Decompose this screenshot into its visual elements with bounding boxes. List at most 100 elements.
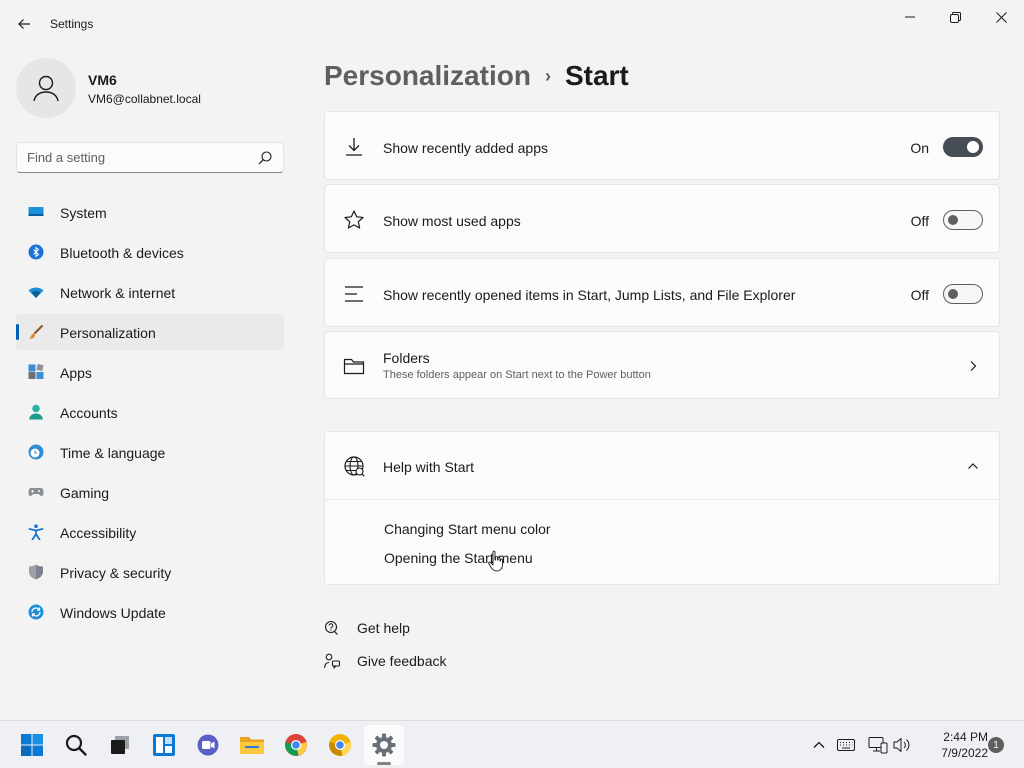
sidebar-item-time-language[interactable]: Time & language bbox=[16, 434, 284, 470]
most-used-apps-toggle[interactable] bbox=[943, 210, 983, 230]
brush-icon bbox=[29, 324, 44, 339]
sidebar-item-accessibility[interactable]: Accessibility bbox=[16, 514, 284, 550]
get-help-link[interactable]: Get help bbox=[324, 618, 444, 638]
arrow-left-icon bbox=[18, 19, 30, 29]
widgets-button[interactable] bbox=[144, 725, 184, 765]
gamepad-icon bbox=[28, 488, 44, 496]
give-feedback-label: Give feedback bbox=[357, 653, 447, 669]
toggle-knob bbox=[967, 141, 979, 153]
shield-icon bbox=[29, 564, 43, 580]
clock-icon bbox=[28, 444, 44, 460]
sidebar-item-label: Privacy & security bbox=[60, 565, 172, 581]
sidebar-nav: System Bluetooth & devices Network & int… bbox=[16, 194, 284, 634]
recently-opened-items-toggle[interactable] bbox=[943, 284, 983, 304]
close-button[interactable] bbox=[978, 6, 1024, 28]
task-view-button[interactable] bbox=[100, 725, 140, 765]
get-help-label: Get help bbox=[357, 620, 410, 636]
help-link-start-menu-color[interactable]: Changing Start menu color bbox=[384, 521, 551, 537]
sidebar-item-windows-update[interactable]: Windows Update bbox=[16, 594, 284, 630]
sidebar-item-apps[interactable]: Apps bbox=[16, 354, 284, 390]
hand-cursor-icon bbox=[488, 550, 503, 572]
sidebar-item-bluetooth[interactable]: Bluetooth & devices bbox=[16, 234, 284, 270]
sidebar-item-label: Personalization bbox=[60, 325, 156, 341]
teams-chat-button[interactable] bbox=[188, 725, 228, 765]
settings-app-button[interactable] bbox=[364, 725, 404, 765]
sidebar-item-privacy[interactable]: Privacy & security bbox=[16, 554, 284, 590]
list-icon bbox=[345, 286, 363, 302]
search-box bbox=[16, 142, 284, 173]
maximize-button[interactable] bbox=[932, 6, 978, 28]
search-icon[interactable] bbox=[257, 150, 273, 166]
feedback-icon bbox=[324, 653, 340, 669]
sidebar-item-label: Gaming bbox=[60, 485, 110, 501]
help-chat-icon bbox=[324, 620, 338, 635]
chrome-canary-button[interactable] bbox=[320, 725, 360, 765]
download-icon bbox=[346, 138, 362, 156]
input-indicator-button[interactable] bbox=[836, 735, 856, 755]
chrome-icon bbox=[285, 734, 307, 756]
restore-icon bbox=[949, 11, 961, 23]
system-icon bbox=[28, 207, 44, 216]
apps-icon bbox=[28, 364, 44, 379]
clock-time: 2:44 PM bbox=[943, 730, 988, 744]
user-profile[interactable]: VM6 VM6@collabnet.local bbox=[16, 58, 286, 118]
bluetooth-icon bbox=[28, 244, 44, 260]
help-link-opening-start-menu[interactable]: Opening the Start menu bbox=[384, 550, 533, 566]
task-view-icon bbox=[111, 736, 129, 754]
sidebar-item-gaming[interactable]: Gaming bbox=[16, 474, 284, 510]
windows-logo-icon bbox=[21, 734, 43, 756]
search-icon bbox=[65, 734, 87, 756]
globe-icon bbox=[344, 456, 365, 477]
toggle-knob bbox=[948, 289, 958, 299]
sidebar-item-system[interactable]: System bbox=[16, 194, 284, 230]
notification-badge[interactable]: 1 bbox=[988, 737, 1004, 753]
sidebar-item-personalization[interactable]: Personalization bbox=[16, 314, 284, 350]
breadcrumb-parent[interactable]: Personalization bbox=[324, 60, 531, 92]
toggle-state-text: Off bbox=[910, 287, 929, 303]
back-button[interactable] bbox=[12, 12, 36, 36]
recently-added-apps-toggle[interactable] bbox=[943, 137, 983, 157]
wifi-icon bbox=[28, 287, 44, 298]
start-button[interactable] bbox=[12, 725, 52, 765]
setting-label: Show recently opened items in Start, Jum… bbox=[383, 287, 796, 303]
help-with-start-header[interactable]: Help with Start bbox=[325, 432, 999, 499]
toggle-state-text: On bbox=[910, 140, 929, 156]
minimize-button[interactable] bbox=[887, 6, 933, 28]
folder-icon bbox=[343, 358, 365, 375]
sidebar-item-label: Accounts bbox=[60, 405, 118, 421]
chevron-up-icon bbox=[968, 463, 978, 469]
taskbar-search-button[interactable] bbox=[56, 725, 96, 765]
folders-card[interactable]: Folders These folders appear on Start ne… bbox=[324, 331, 1000, 399]
person-icon bbox=[29, 404, 43, 420]
network-icon bbox=[868, 737, 888, 754]
folders-description: These folders appear on Start next to th… bbox=[383, 369, 651, 381]
file-explorer-button[interactable] bbox=[232, 725, 272, 765]
folders-label: Folders bbox=[383, 350, 430, 366]
close-icon bbox=[995, 11, 1007, 23]
page-title: Start bbox=[564, 60, 629, 91]
help-with-start-card: Help with Start Changing Start menu colo… bbox=[324, 431, 1000, 585]
sidebar-item-label: Accessibility bbox=[60, 525, 137, 541]
speaker-icon bbox=[893, 738, 910, 752]
sidebar-item-label: Apps bbox=[60, 365, 92, 381]
chevron-up-icon bbox=[813, 741, 825, 748]
chrome-button[interactable] bbox=[276, 725, 316, 765]
update-icon bbox=[28, 604, 44, 620]
title-bar: Settings bbox=[0, 0, 1024, 48]
widgets-icon bbox=[153, 734, 175, 756]
setting-most-used-apps: Show most used apps Off bbox=[324, 184, 1000, 253]
search-input[interactable] bbox=[17, 143, 247, 172]
divider bbox=[325, 499, 999, 500]
breadcrumb: Personalization › Start bbox=[324, 58, 629, 94]
give-feedback-link[interactable]: Give feedback bbox=[324, 651, 464, 671]
network-status-button[interactable] bbox=[868, 735, 888, 755]
sidebar-item-accounts[interactable]: Accounts bbox=[16, 394, 284, 430]
sidebar-item-network[interactable]: Network & internet bbox=[16, 274, 284, 310]
accessibility-icon bbox=[28, 524, 44, 540]
volume-button[interactable] bbox=[892, 735, 912, 755]
chevron-right-icon bbox=[970, 361, 977, 371]
taskbar-clock[interactable]: 2:44 PM 7/9/2022 bbox=[916, 729, 988, 761]
keyboard-icon bbox=[837, 739, 855, 751]
chrome-canary-icon bbox=[329, 734, 351, 756]
show-hidden-icons-button[interactable] bbox=[809, 735, 829, 755]
